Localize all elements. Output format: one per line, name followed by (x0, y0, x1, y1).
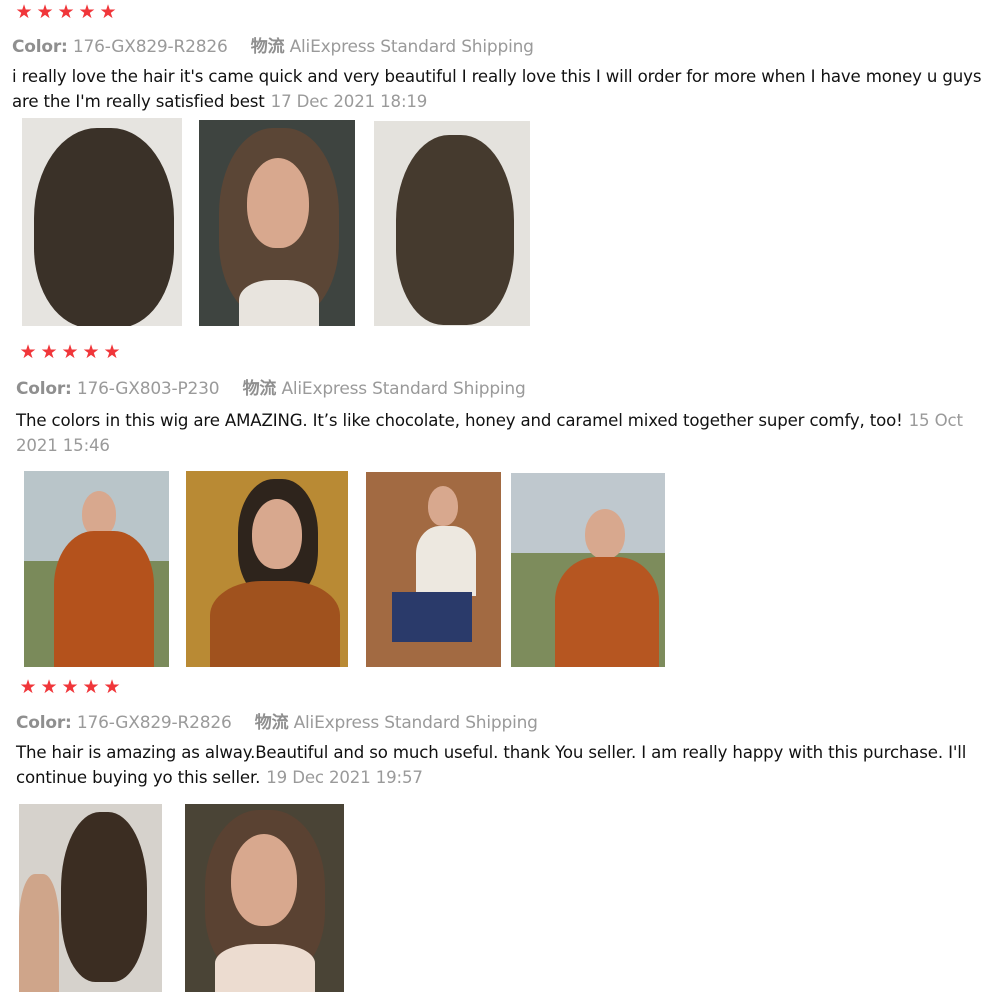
color-value: 176-GX829-R2826 (76, 713, 232, 733)
review-date: 17 Dec 2021 18:19 (270, 92, 428, 111)
review-photo-model-portrait[interactable] (185, 804, 344, 992)
review-body: i really love the hair it's came quick a… (12, 67, 982, 111)
color-label: Color: (12, 37, 68, 57)
star-icon: ★ (99, 1, 117, 23)
shipping-value: AliExpress Standard Shipping (293, 713, 538, 733)
rating-stars: ★ ★ ★ ★ ★ (14, 2, 118, 22)
color-value: 176-GX829-R2826 (72, 37, 228, 57)
review-date: 19 Dec 2021 19:57 (266, 768, 423, 787)
star-icon: ★ (61, 341, 79, 363)
review-text: The colors in this wig are AMAZING. It’s… (16, 408, 996, 458)
color-label: Color: (16, 379, 72, 399)
star-icon: ★ (40, 341, 58, 363)
star-icon: ★ (57, 1, 75, 23)
star-icon: ★ (15, 1, 33, 23)
review-photo-doorway[interactable] (366, 472, 501, 667)
review-photo-leopard-top[interactable] (186, 471, 348, 667)
color-label: Color: (16, 713, 72, 733)
review-meta: Color: 176-GX803-P230 物流 AliExpress Stan… (16, 374, 526, 399)
rating-stars: ★ ★ ★ ★ ★ (18, 677, 122, 697)
star-icon: ★ (103, 676, 121, 698)
star-icon: ★ (61, 676, 79, 698)
star-icon: ★ (40, 676, 58, 698)
rating-stars: ★ ★ ★ ★ ★ (18, 342, 122, 362)
color-value: 176-GX803-P230 (76, 379, 220, 399)
star-icon: ★ (36, 1, 54, 23)
shipping-label: 物流 (254, 713, 289, 733)
shipping-label: 物流 (242, 379, 277, 399)
review-photo-wig-side[interactable] (374, 121, 530, 326)
review-text: The hair is amazing as alway.Beautiful a… (16, 740, 996, 790)
star-icon: ★ (19, 676, 37, 698)
review-photo-orange-coat[interactable] (24, 471, 169, 667)
star-icon: ★ (78, 1, 96, 23)
shipping-label: 物流 (250, 37, 285, 57)
star-icon: ★ (82, 341, 100, 363)
review-meta: Color: 176-GX829-R2826 物流 AliExpress Sta… (16, 708, 538, 733)
star-icon: ★ (19, 341, 37, 363)
review-body: The hair is amazing as alway.Beautiful a… (16, 743, 967, 787)
star-icon: ★ (103, 341, 121, 363)
star-icon: ★ (82, 676, 100, 698)
review-photo-model-highlight[interactable] (199, 120, 355, 326)
review-photo-hand-held-wig[interactable] (19, 804, 162, 992)
review-text: i really love the hair it's came quick a… (12, 64, 997, 114)
review-photo-orange-coat-closeup[interactable] (511, 473, 665, 667)
review-body: The colors in this wig are AMAZING. It’s… (16, 411, 903, 430)
review-meta: Color: 176-GX829-R2826 物流 AliExpress Sta… (12, 32, 534, 57)
shipping-value: AliExpress Standard Shipping (289, 37, 534, 57)
shipping-value: AliExpress Standard Shipping (281, 379, 526, 399)
review-photo-wig-back[interactable] (22, 118, 182, 326)
